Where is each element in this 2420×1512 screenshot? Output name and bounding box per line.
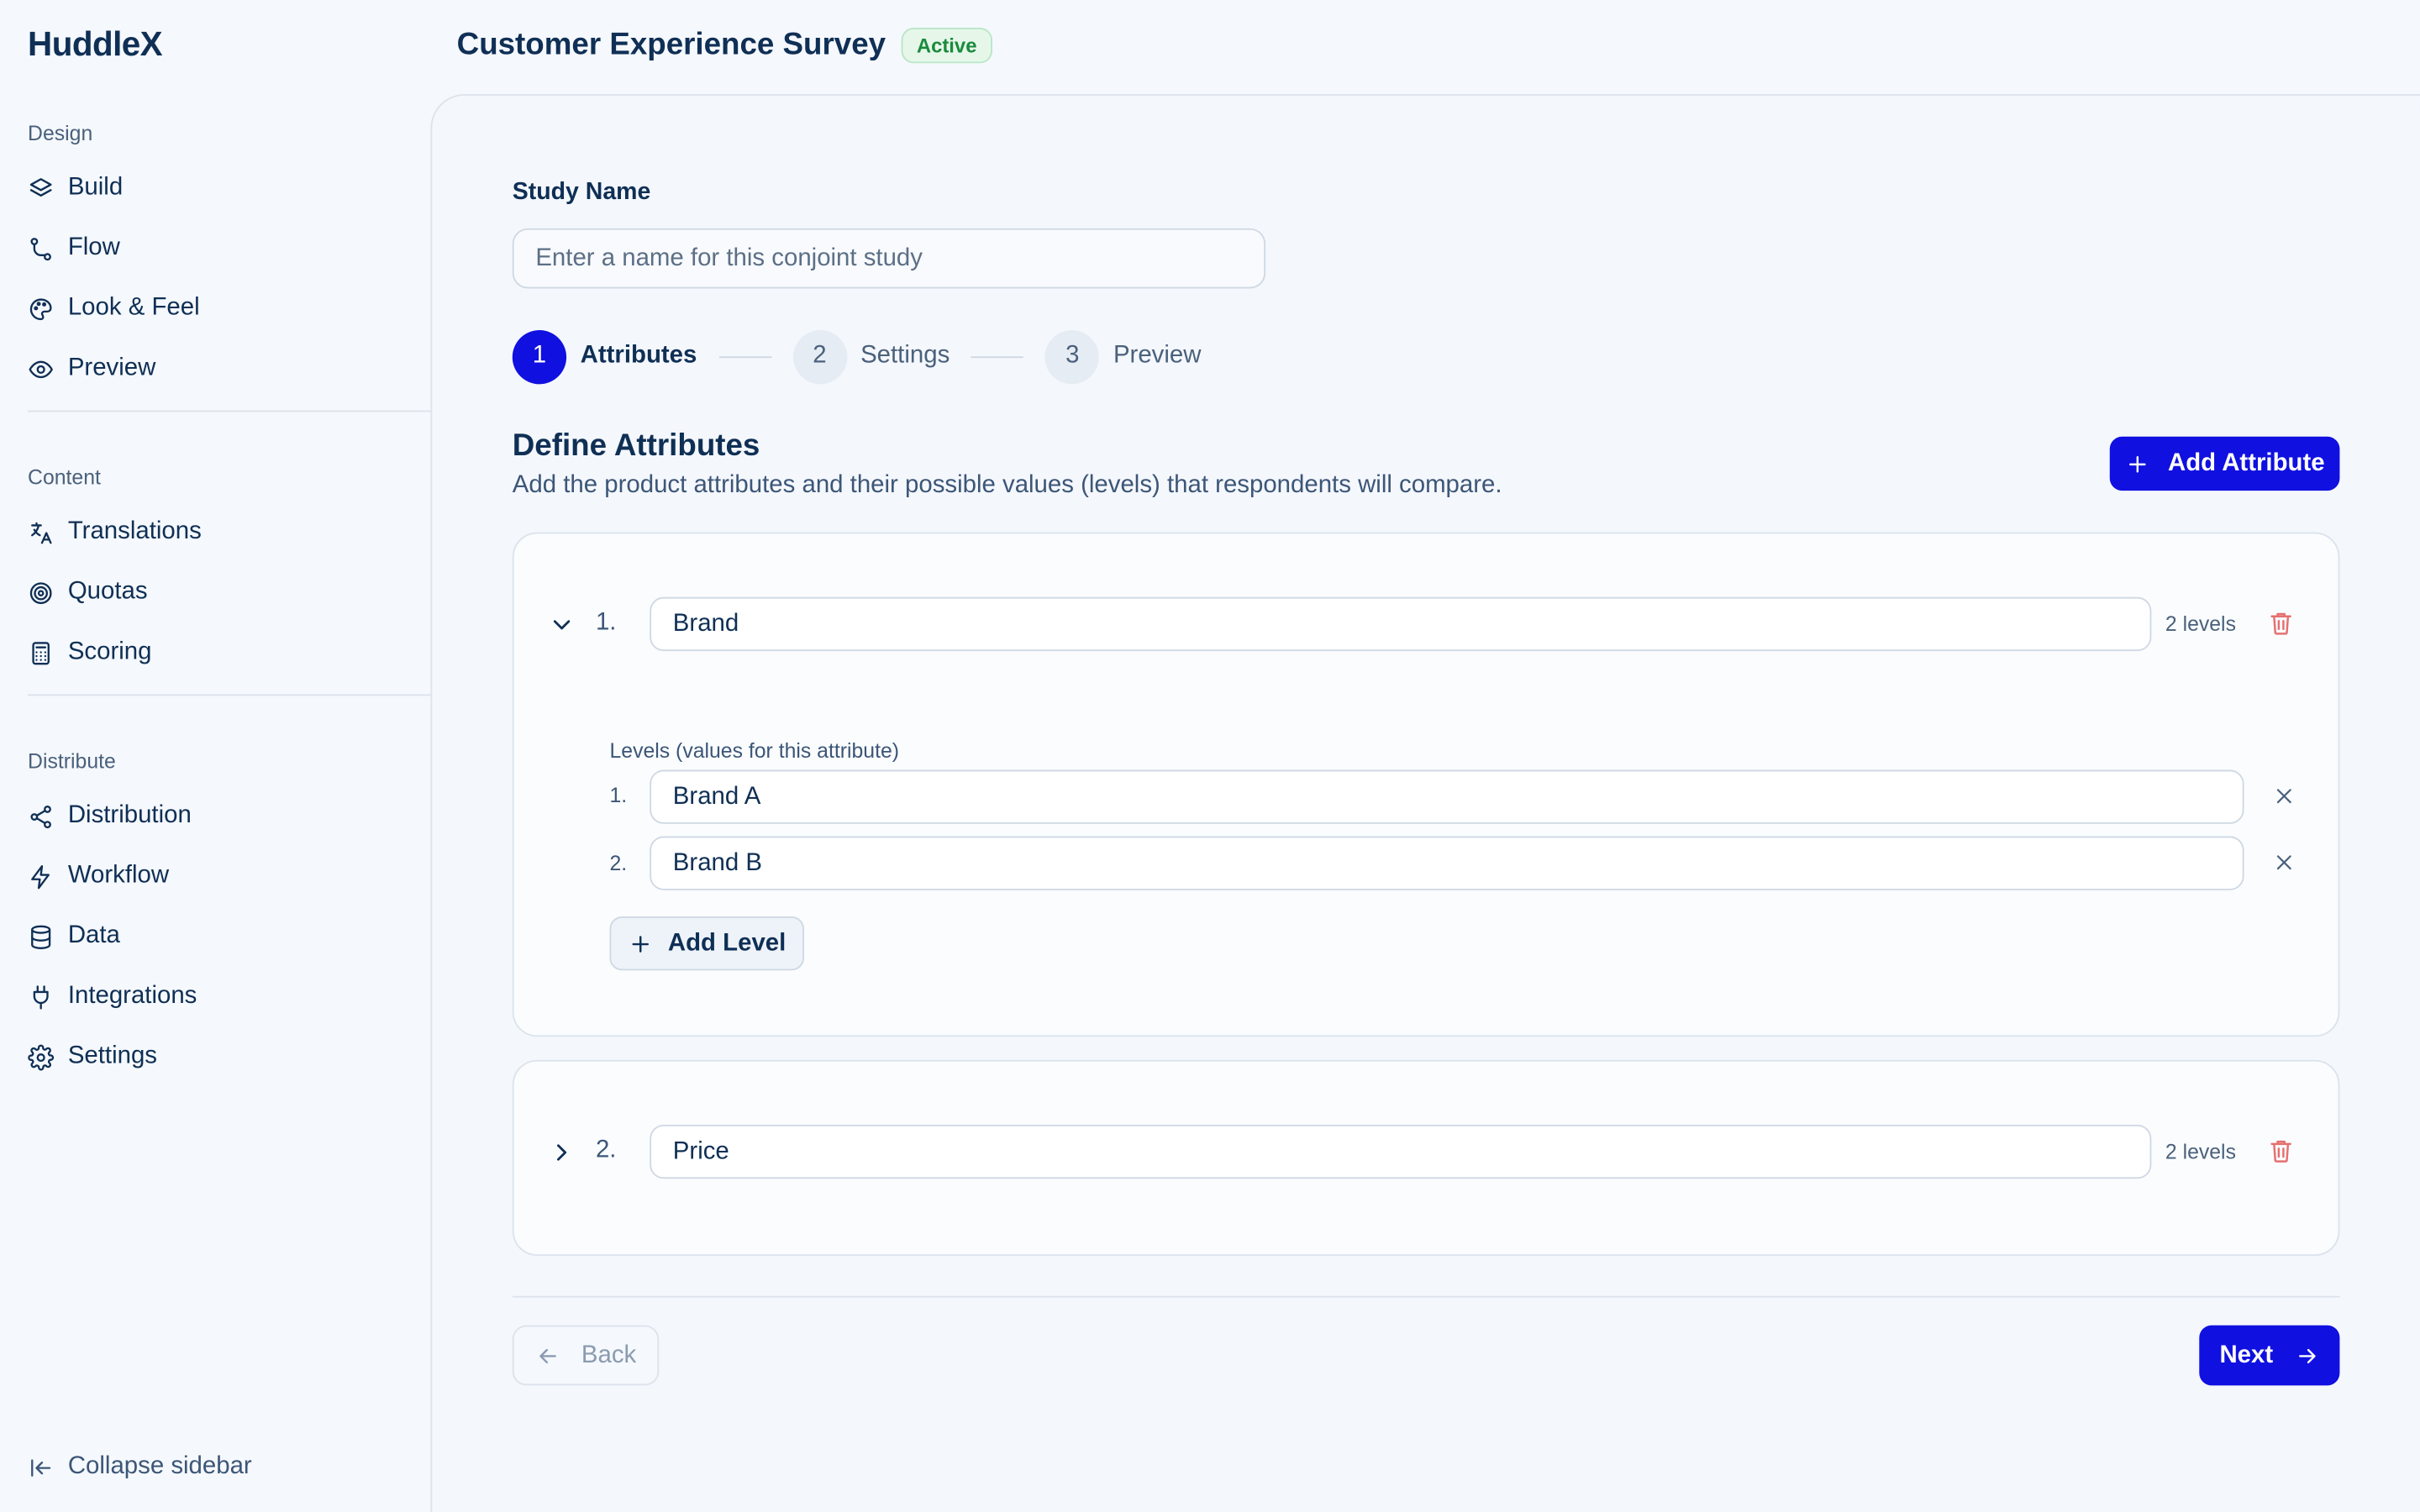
sidebar-item-label: Quotas	[67, 578, 148, 605]
arrow-right-icon	[2298, 1347, 2316, 1363]
app-logo[interactable]: HuddleX	[28, 24, 163, 65]
step-preview[interactable]: 3 Preview	[1045, 329, 1202, 384]
collapse-sidebar-button[interactable]: Collapse sidebar	[28, 1453, 252, 1481]
palette-icon	[29, 297, 52, 320]
add-level-button[interactable]: Add Level	[609, 916, 804, 971]
attribute-name-input[interactable]	[650, 596, 2152, 652]
step-label: Settings	[860, 342, 950, 369]
step-attributes[interactable]: 1 Attributes	[512, 329, 697, 384]
step-connector	[971, 355, 1024, 358]
calculator-icon	[32, 641, 50, 664]
levels-count: 2 levels	[2165, 612, 2236, 636]
attribute-card: 1. 2 levels Levels (values for this attr…	[512, 532, 2340, 1037]
sidebar-item-label: Integrations	[67, 982, 197, 1010]
attribute-name-input[interactable]	[650, 1124, 2152, 1179]
gear-icon	[28, 1043, 55, 1070]
sidebar-divider	[28, 410, 431, 412]
sidebar-item-scoring[interactable]: Scoring	[28, 633, 151, 673]
page-title: Customer Experience Survey	[456, 28, 886, 62]
sidebar-section-content: Content	[28, 465, 101, 490]
level-input[interactable]	[650, 836, 2244, 890]
chevron-right-icon[interactable]	[548, 1138, 576, 1166]
layers-icon	[29, 177, 52, 197]
translate-icon	[31, 521, 52, 543]
close-icon[interactable]	[2272, 784, 2296, 808]
sidebar-item-translations[interactable]: Translations	[28, 512, 202, 553]
eye-icon	[29, 360, 53, 378]
stepper: 1 Attributes 2 Settings 3 Preview	[512, 328, 1202, 384]
add-attribute-button[interactable]: Add Attribute	[2109, 436, 2340, 491]
sidebar-item-label: Data	[67, 922, 120, 949]
trash-icon[interactable]	[2267, 609, 2295, 637]
next-label: Next	[2219, 1341, 2274, 1368]
sidebar-item-label: Preview	[67, 354, 156, 381]
sidebar-item-label: Look & Feel	[67, 294, 200, 322]
levels-label: Levels (values for this attribute)	[609, 738, 900, 763]
share-icon	[30, 805, 51, 828]
study-name-input[interactable]	[512, 228, 1266, 289]
sidebar-divider	[28, 694, 431, 696]
level-index: 2.	[609, 851, 628, 875]
step-number: 1	[512, 329, 567, 384]
step-number: 2	[792, 329, 847, 384]
sidebar-item-label: Distribution	[67, 802, 192, 829]
back-button[interactable]: Back	[512, 1325, 660, 1386]
sidebar-item-label: Workflow	[67, 862, 170, 889]
sidebar-item-label: Flow	[67, 234, 120, 261]
sidebar-item-look-feel[interactable]: Look & Feel	[28, 288, 200, 328]
target-icon	[29, 581, 52, 604]
sidebar-item-label: Build	[67, 174, 124, 201]
sidebar-item-flow[interactable]: Flow	[28, 228, 120, 269]
arrow-left-icon	[539, 1347, 556, 1363]
sidebar-item-label: Settings	[67, 1042, 157, 1069]
section-subtitle: Add the product attributes and their pos…	[512, 472, 1502, 499]
sidebar-section-design: Design	[28, 122, 93, 145]
attribute-index: 2.	[595, 1137, 617, 1163]
sidebar-item-label: Scoring	[67, 638, 152, 665]
sidebar-section-distribute: Distribute	[28, 749, 116, 774]
attribute-header: 2. 2 levels	[514, 1124, 2338, 1180]
level-input[interactable]	[650, 769, 2244, 824]
sidebar: HuddleX Design Build Flow Look & Feel Pr…	[0, 0, 431, 1512]
section-title: Define Attributes	[512, 428, 760, 464]
sidebar-item-workflow[interactable]: Workflow	[28, 856, 169, 896]
flow-icon	[30, 237, 51, 260]
plus-icon	[632, 935, 649, 952]
sidebar-item-settings[interactable]: Settings	[28, 1037, 157, 1077]
step-label: Preview	[1113, 342, 1202, 369]
lightning-icon	[31, 864, 50, 889]
step-connector	[718, 355, 771, 358]
chevron-down-icon[interactable]	[548, 611, 576, 638]
plug-icon	[33, 984, 49, 1009]
attribute-header: 1. 2 levels	[514, 596, 2338, 653]
add-attribute-label: Add Attribute	[2167, 449, 2325, 476]
sidebar-item-preview[interactable]: Preview	[28, 349, 155, 389]
add-level-label: Add Level	[667, 929, 786, 956]
status-badge: Active	[901, 28, 992, 64]
sidebar-item-integrations[interactable]: Integrations	[28, 977, 197, 1017]
levels-count: 2 levels	[2165, 1140, 2236, 1163]
database-icon	[31, 924, 51, 949]
collapse-sidebar-label: Collapse sidebar	[67, 1453, 252, 1480]
sidebar-item-distribution[interactable]: Distribution	[28, 796, 192, 837]
sidebar-item-build[interactable]: Build	[28, 168, 123, 208]
next-button[interactable]: Next	[2199, 1325, 2340, 1386]
study-name-label: Study Name	[512, 179, 651, 206]
trash-icon[interactable]	[2267, 1137, 2295, 1165]
collapse-left-icon	[31, 1458, 51, 1476]
back-label: Back	[581, 1341, 637, 1368]
plus-icon	[2128, 455, 2146, 472]
sidebar-item-data[interactable]: Data	[28, 916, 120, 957]
attribute-card: 2. 2 levels	[512, 1059, 2340, 1257]
attribute-index: 1.	[595, 609, 617, 636]
close-icon[interactable]	[2272, 850, 2296, 874]
step-label: Attributes	[580, 342, 697, 369]
sidebar-item-quotas[interactable]: Quotas	[28, 572, 148, 612]
level-index: 1.	[609, 784, 628, 807]
step-number: 3	[1045, 329, 1100, 384]
page-header: Customer Experience Survey Active	[456, 28, 992, 64]
step-settings[interactable]: 2 Settings	[792, 329, 950, 384]
sidebar-item-label: Translations	[67, 518, 202, 545]
footer-divider	[512, 1295, 2340, 1298]
